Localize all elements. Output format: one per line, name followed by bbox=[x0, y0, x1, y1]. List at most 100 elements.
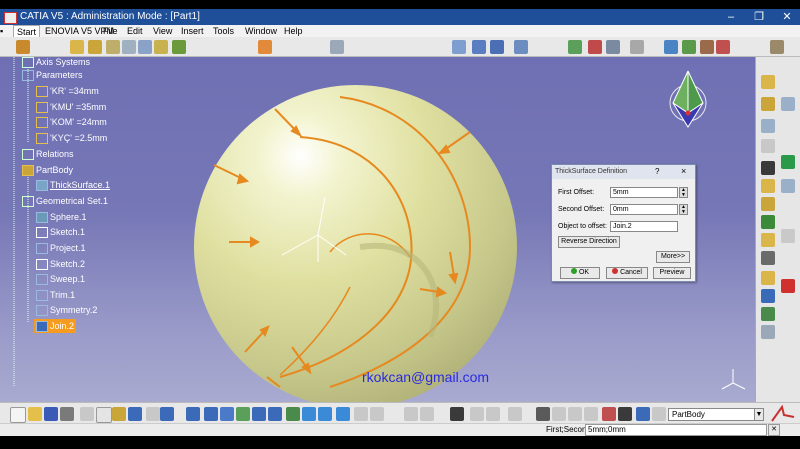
tree-relations[interactable]: Relations bbox=[22, 147, 74, 161]
dialog-close-button[interactable]: × bbox=[681, 166, 686, 176]
analysis-icon[interactable] bbox=[472, 40, 486, 54]
view-mode-icon[interactable] bbox=[370, 407, 384, 421]
open-icon[interactable] bbox=[28, 407, 42, 421]
undo-icon[interactable] bbox=[128, 407, 142, 421]
zoom-in-icon[interactable] bbox=[252, 407, 266, 421]
pan-icon[interactable] bbox=[220, 407, 234, 421]
ok-button[interactable]: OK bbox=[560, 267, 600, 279]
tree-symmetry[interactable]: Symmetry.2 bbox=[36, 303, 97, 317]
rotate-icon[interactable] bbox=[761, 307, 775, 321]
tree-sweep[interactable]: Sweep.1 bbox=[36, 272, 85, 286]
tree-parameters[interactable]: Parameters bbox=[22, 68, 83, 82]
current-body-select[interactable]: PartBody bbox=[668, 408, 764, 421]
curvature-icon[interactable] bbox=[682, 40, 696, 54]
inertia-icon[interactable] bbox=[508, 407, 522, 421]
boolean-icon[interactable] bbox=[781, 279, 795, 293]
constraints-icon[interactable] bbox=[470, 407, 484, 421]
sew-surface-icon[interactable] bbox=[761, 271, 775, 285]
transform-icon[interactable] bbox=[330, 40, 344, 54]
status-close-icon[interactable]: ✕ bbox=[768, 424, 780, 436]
menu-tools[interactable]: Tools bbox=[210, 25, 237, 37]
status-input[interactable]: 5mm;0mm bbox=[585, 424, 767, 436]
doc-icon[interactable]: ▪ bbox=[0, 25, 11, 37]
normal-view-icon[interactable] bbox=[286, 407, 300, 421]
comment-icon[interactable] bbox=[420, 407, 434, 421]
tree-trim[interactable]: Trim.1 bbox=[36, 288, 75, 302]
shell-icon[interactable] bbox=[761, 161, 775, 175]
thread-icon[interactable] bbox=[761, 197, 775, 211]
formula-f-icon[interactable] bbox=[404, 407, 418, 421]
save-icon[interactable] bbox=[44, 407, 58, 421]
catalog-icon[interactable] bbox=[568, 40, 582, 54]
toolbar-extra-icon[interactable] bbox=[770, 40, 784, 54]
object-offset-field[interactable]: Join.2 bbox=[610, 221, 678, 232]
swap-visible-icon[interactable] bbox=[354, 407, 368, 421]
sketch-tool-icon[interactable] bbox=[16, 40, 30, 54]
rib-icon[interactable] bbox=[138, 40, 152, 54]
reverse-direction-button[interactable]: Reverse Direction bbox=[558, 236, 620, 248]
tree-sketch1[interactable]: Sketch.1 bbox=[36, 225, 85, 239]
rotate-view-icon[interactable] bbox=[236, 407, 250, 421]
globe-icon[interactable] bbox=[781, 155, 795, 169]
first-offset-field[interactable]: 5mm bbox=[610, 187, 678, 198]
tree-thicksurface[interactable]: ThickSurface.1 bbox=[36, 178, 110, 192]
shading-icon[interactable] bbox=[318, 407, 332, 421]
redo-icon[interactable] bbox=[146, 407, 160, 421]
tree-param-kyc[interactable]: 'KYÇ' =2.5mm bbox=[36, 131, 107, 145]
menu-edit[interactable]: Edit bbox=[124, 25, 146, 37]
table-icon[interactable] bbox=[450, 407, 464, 421]
snap-icon[interactable] bbox=[514, 40, 528, 54]
split-icon[interactable] bbox=[761, 215, 775, 229]
menu-window[interactable]: Window bbox=[242, 25, 280, 37]
measure-item-icon[interactable] bbox=[486, 407, 500, 421]
chamfer-icon[interactable] bbox=[761, 119, 775, 133]
paste-icon[interactable] bbox=[112, 407, 126, 421]
fit-all-icon[interactable] bbox=[204, 407, 218, 421]
draft-icon[interactable] bbox=[761, 139, 775, 153]
maximize-button[interactable]: ❐ bbox=[746, 9, 772, 25]
new-icon[interactable] bbox=[10, 407, 26, 423]
scale-icon[interactable] bbox=[781, 229, 795, 243]
reaction-icon[interactable] bbox=[716, 40, 730, 54]
apply-material-icon[interactable] bbox=[630, 40, 644, 54]
tree-project[interactable]: Project.1 bbox=[36, 241, 86, 255]
close-button[interactable]: ✕ bbox=[774, 9, 800, 25]
preview-button[interactable]: Preview bbox=[653, 267, 691, 279]
ruler-icon[interactable] bbox=[618, 407, 632, 421]
pocket-icon[interactable] bbox=[88, 40, 102, 54]
grid-icon[interactable] bbox=[490, 40, 504, 54]
decimal-icon[interactable] bbox=[584, 407, 598, 421]
copy-icon[interactable] bbox=[96, 407, 112, 423]
more-button[interactable]: More>> bbox=[656, 251, 690, 263]
thick-surface-tool-icon[interactable] bbox=[761, 233, 775, 247]
whats-this-icon[interactable] bbox=[160, 407, 174, 421]
translate-icon[interactable] bbox=[761, 289, 775, 303]
tree-param-kr[interactable]: 'KR' =34mm bbox=[36, 84, 99, 98]
close-surface-icon[interactable] bbox=[761, 251, 775, 265]
formula-icon[interactable] bbox=[588, 40, 602, 54]
cut-icon[interactable] bbox=[80, 407, 94, 421]
layer-icon[interactable] bbox=[636, 407, 650, 421]
cancel-button[interactable]: Cancel bbox=[606, 267, 648, 279]
tree-sphere[interactable]: Sphere.1 bbox=[36, 210, 87, 224]
menu-file[interactable]: File bbox=[100, 25, 121, 37]
stiffener-icon[interactable] bbox=[172, 40, 186, 54]
tree-param-kom[interactable]: 'KOM' =24mm bbox=[36, 115, 107, 129]
tools-icon[interactable] bbox=[602, 407, 616, 421]
zoom-out-icon[interactable] bbox=[268, 407, 282, 421]
draft-analysis-icon[interactable] bbox=[664, 40, 678, 54]
shaft-icon[interactable] bbox=[106, 40, 120, 54]
menu-view[interactable]: View bbox=[150, 25, 175, 37]
knowledge-icon[interactable] bbox=[700, 40, 714, 54]
first-offset-spinner[interactable]: ▲ ▼ bbox=[679, 187, 688, 198]
menu-insert[interactable]: Insert bbox=[178, 25, 207, 37]
measure-icon[interactable] bbox=[452, 40, 466, 54]
pad-icon[interactable] bbox=[70, 40, 84, 54]
hole-icon[interactable] bbox=[122, 40, 136, 54]
thickness-icon[interactable] bbox=[761, 179, 775, 193]
thick-surface-icon[interactable] bbox=[258, 40, 272, 54]
minimize-button[interactable]: – bbox=[718, 9, 744, 25]
law-icon[interactable] bbox=[606, 40, 620, 54]
dialog-help-button[interactable]: ? bbox=[655, 167, 659, 176]
pad-icon[interactable] bbox=[761, 75, 775, 89]
